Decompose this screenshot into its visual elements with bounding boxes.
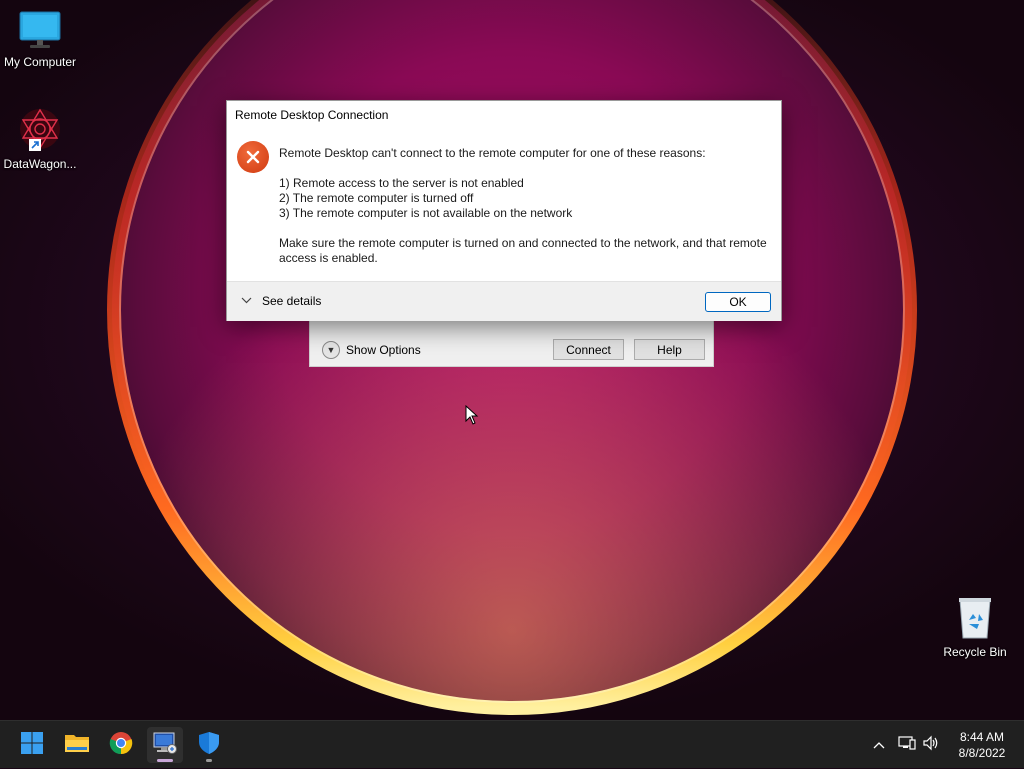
folder-icon — [64, 732, 90, 759]
active-app-indicator — [157, 759, 173, 762]
taskbar-windows-security[interactable] — [191, 727, 227, 763]
desktop-icon-recycle-bin[interactable]: Recycle Bin — [935, 596, 1015, 659]
show-options-label: Show Options — [346, 343, 421, 357]
network-status-button[interactable] — [896, 721, 918, 769]
reason-item: 3) The remote computer is not available … — [279, 206, 573, 220]
desktop-icon-label: DataWagon... — [3, 157, 77, 171]
dialog-title: Remote Desktop Connection — [235, 108, 389, 122]
dialog-advice: Make sure the remote computer is turned … — [279, 236, 767, 265]
clock-date: 8/8/2022 — [958, 746, 1006, 760]
running-app-indicator — [206, 759, 212, 762]
show-options-toggle[interactable]: ▼ Show Options — [322, 341, 421, 359]
taskbar-file-explorer[interactable] — [59, 727, 95, 763]
clock-time: 8:44 AM — [959, 730, 1005, 744]
chrome-icon — [109, 731, 133, 760]
connect-button[interactable]: Connect — [553, 339, 624, 360]
show-hidden-icons-button[interactable] — [868, 721, 890, 769]
reason-item: 2) The remote computer is turned off — [279, 191, 474, 205]
shield-icon — [198, 731, 220, 760]
dialog-footer: See details OK — [227, 281, 781, 321]
desktop-icon-label: My Computer — [3, 55, 77, 69]
monitor-icon — [18, 10, 62, 53]
chevron-down-icon — [241, 295, 252, 307]
help-button[interactable]: Help — [634, 339, 705, 360]
error-icon — [237, 141, 269, 173]
dialog-headline: Remote Desktop can't connect to the remo… — [279, 146, 706, 160]
chevron-up-icon — [873, 736, 885, 754]
reason-item: 1) Remote access to the server is not en… — [279, 176, 524, 190]
see-details-toggle[interactable]: See details — [241, 294, 321, 308]
windows-start-icon — [20, 731, 44, 760]
network-icon — [898, 735, 916, 756]
speaker-icon — [922, 735, 940, 756]
ok-button[interactable]: OK — [705, 292, 771, 312]
taskbar-remote-desktop[interactable] — [147, 727, 183, 763]
desktop-icon-my-computer[interactable]: My Computer — [0, 10, 80, 69]
recycle-bin-icon — [955, 596, 995, 643]
mouse-cursor-icon — [465, 404, 479, 430]
taskbar-chrome[interactable] — [103, 727, 139, 763]
taskbar: 8:44 AM 8/8/2022 — [0, 720, 1024, 768]
desktop-icon-label: Recycle Bin — [943, 645, 1007, 659]
volume-button[interactable] — [920, 721, 942, 769]
taskbar-clock[interactable]: 8:44 AM 8/8/2022 — [948, 729, 1016, 761]
dialog-message: Remote Desktop can't connect to the remo… — [279, 146, 774, 266]
see-details-label: See details — [262, 294, 322, 308]
start-button[interactable] — [14, 727, 50, 763]
remote-desktop-icon — [152, 731, 178, 760]
datawagon-shortcut-icon — [17, 106, 63, 155]
desktop-icon-datawagon[interactable]: DataWagon... — [0, 106, 80, 171]
error-dialog: Remote Desktop Connection Remote Desktop… — [226, 100, 782, 321]
chevron-down-icon: ▼ — [322, 341, 340, 359]
